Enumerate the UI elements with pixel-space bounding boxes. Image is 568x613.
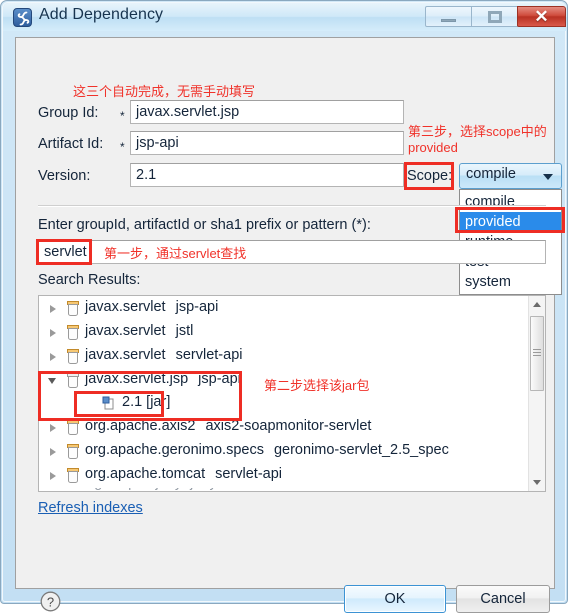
result-group: org.apache.tomcat: [85, 466, 206, 482]
chevron-right-icon[interactable]: [50, 424, 56, 432]
ok-button[interactable]: OK: [344, 585, 446, 613]
annotation-step1-note: 第一步，通过servlet查找: [104, 246, 247, 261]
result-group: javax.servlet.jsp: [85, 371, 189, 387]
result-artifact: servlet-api: [215, 466, 282, 482]
result-row-text: org.apache.tomcat servlet-api: [85, 466, 282, 482]
chevron-down-icon[interactable]: [48, 378, 56, 388]
results-scrollbar[interactable]: [528, 296, 545, 491]
chevron-right-icon[interactable]: [50, 353, 56, 361]
table-row[interactable]: javax.servlet jstl: [39, 321, 528, 345]
cancel-button[interactable]: Cancel: [456, 585, 550, 613]
triangle-up-icon: [533, 302, 541, 307]
group-id-label: Group Id:: [38, 105, 99, 121]
help-icon[interactable]: ?: [40, 591, 61, 612]
scrollbar-thumb[interactable]: [530, 316, 544, 391]
scroll-down-button[interactable]: [529, 474, 545, 491]
result-group: javax.servlet: [85, 323, 166, 339]
version-input[interactable]: 2.1: [130, 163, 404, 187]
svg-text:?: ?: [47, 594, 54, 609]
scope-select[interactable]: compile: [459, 163, 562, 189]
table-row[interactable]: org.apache.axis2 axis2-soapmonitor-servle…: [39, 416, 528, 440]
jar-icon: [67, 349, 79, 364]
artifact-id-input[interactable]: jsp-api: [130, 131, 404, 155]
dialog-body: Group Id: * javax.servlet.jsp Artifact I…: [15, 37, 562, 613]
table-row-partial[interactable]: ▸ org.eclipse.jetty jetty-servlet: [39, 488, 528, 491]
scope-label: Scope:: [407, 168, 453, 184]
annotation-autofill-note: 这三个自动完成，无需手动填写: [73, 84, 256, 99]
result-artifact: jstl: [175, 323, 194, 339]
result-group: javax.servlet: [85, 299, 166, 315]
version-label: Version:: [38, 168, 91, 184]
result-artifact: jsp-api: [198, 371, 241, 387]
result-row-text: org.apache.axis2 axis2-soapmonitor-servle…: [85, 418, 371, 434]
jar-icon: [67, 325, 79, 340]
table-row[interactable]: org.apache.geronimo.specs geronimo-servle…: [39, 440, 528, 464]
refresh-indexes-link[interactable]: Refresh indexes: [38, 500, 143, 516]
minimize-icon: [441, 19, 456, 22]
chevron-right-icon[interactable]: [50, 305, 56, 313]
table-row[interactable]: org.apache.tomcat servlet-api: [39, 464, 528, 488]
search-results-label: Search Results:: [38, 272, 141, 288]
annotation-scope-note: 第三步，选择scope中的 provided: [408, 124, 547, 155]
jar-version-icon: [102, 396, 114, 410]
triangle-down-icon: [533, 480, 541, 485]
chevron-right-icon[interactable]: [50, 329, 56, 337]
result-group: javax.servlet: [85, 347, 166, 363]
chevron-right-icon[interactable]: [50, 448, 56, 456]
partial-row-text: ▸ org.eclipse.jetty jetty-servlet: [66, 488, 264, 491]
jar-version-label: 2.1 [jar]: [122, 394, 171, 410]
maximize-button[interactable]: [471, 6, 518, 27]
scope-option-provided[interactable]: provided: [460, 212, 561, 232]
jar-icon: [67, 373, 79, 388]
result-row-text: javax.servlet jstl: [85, 323, 193, 339]
maven-icon: [13, 8, 32, 27]
close-icon: ✕: [534, 7, 549, 26]
result-group: org.apache.axis2: [85, 418, 196, 434]
title-bar[interactable]: Add Dependency ✕: [3, 3, 567, 31]
minimize-button[interactable]: [425, 6, 472, 27]
group-id-input[interactable]: javax.servlet.jsp: [130, 100, 404, 124]
jar-icon: [67, 420, 79, 435]
result-row-text: org.apache.geronimo.specs geronimo-servle…: [85, 442, 449, 458]
result-artifact: geronimo-servlet_2.5_spec: [273, 442, 449, 458]
result-row-text: javax.servlet servlet-api: [85, 347, 242, 363]
result-row-text: javax.servlet.jsp jsp-api: [85, 371, 241, 387]
jar-icon: [67, 468, 79, 483]
jar-icon: [67, 444, 79, 459]
close-button[interactable]: ✕: [517, 6, 566, 27]
scope-selected-value: compile: [466, 166, 516, 182]
artifact-id-label: Artifact Id:: [38, 136, 104, 152]
table-row[interactable]: javax.servlet servlet-api: [39, 345, 528, 369]
scroll-up-button[interactable]: [529, 296, 545, 313]
scope-option-system[interactable]: system: [460, 272, 561, 292]
list-item[interactable]: 2.1 [jar]: [39, 392, 528, 416]
chevron-right-icon[interactable]: [50, 472, 56, 480]
scope-option-compile[interactable]: compile: [460, 192, 561, 212]
artifact-id-required-marker: *: [120, 140, 125, 154]
result-artifact: axis2-soapmonitor-servlet: [205, 418, 372, 434]
result-artifact: jsp-api: [175, 299, 219, 315]
search-hint-label: Enter groupId, artifactId or sha1 prefix…: [38, 217, 371, 233]
result-artifact: servlet-api: [175, 347, 243, 363]
result-group: org.apache.geronimo.specs: [85, 442, 264, 458]
window-title: Add Dependency: [39, 6, 164, 23]
group-id-required-marker: *: [120, 109, 125, 123]
dialog-window: Add Dependency ✕ Group Id: * javax.servl…: [0, 0, 568, 613]
chevron-down-icon: [543, 174, 553, 180]
annotation-step2-note: 第二步选择该jar包: [264, 378, 370, 393]
section-divider: [38, 205, 546, 207]
scrollbar-grip-icon: [533, 349, 541, 350]
jar-icon: [67, 301, 79, 316]
table-row[interactable]: javax.servlet jsp-api: [39, 297, 528, 321]
result-row-text: javax.servlet jsp-api: [85, 299, 218, 315]
maximize-icon-inner: [490, 13, 500, 21]
